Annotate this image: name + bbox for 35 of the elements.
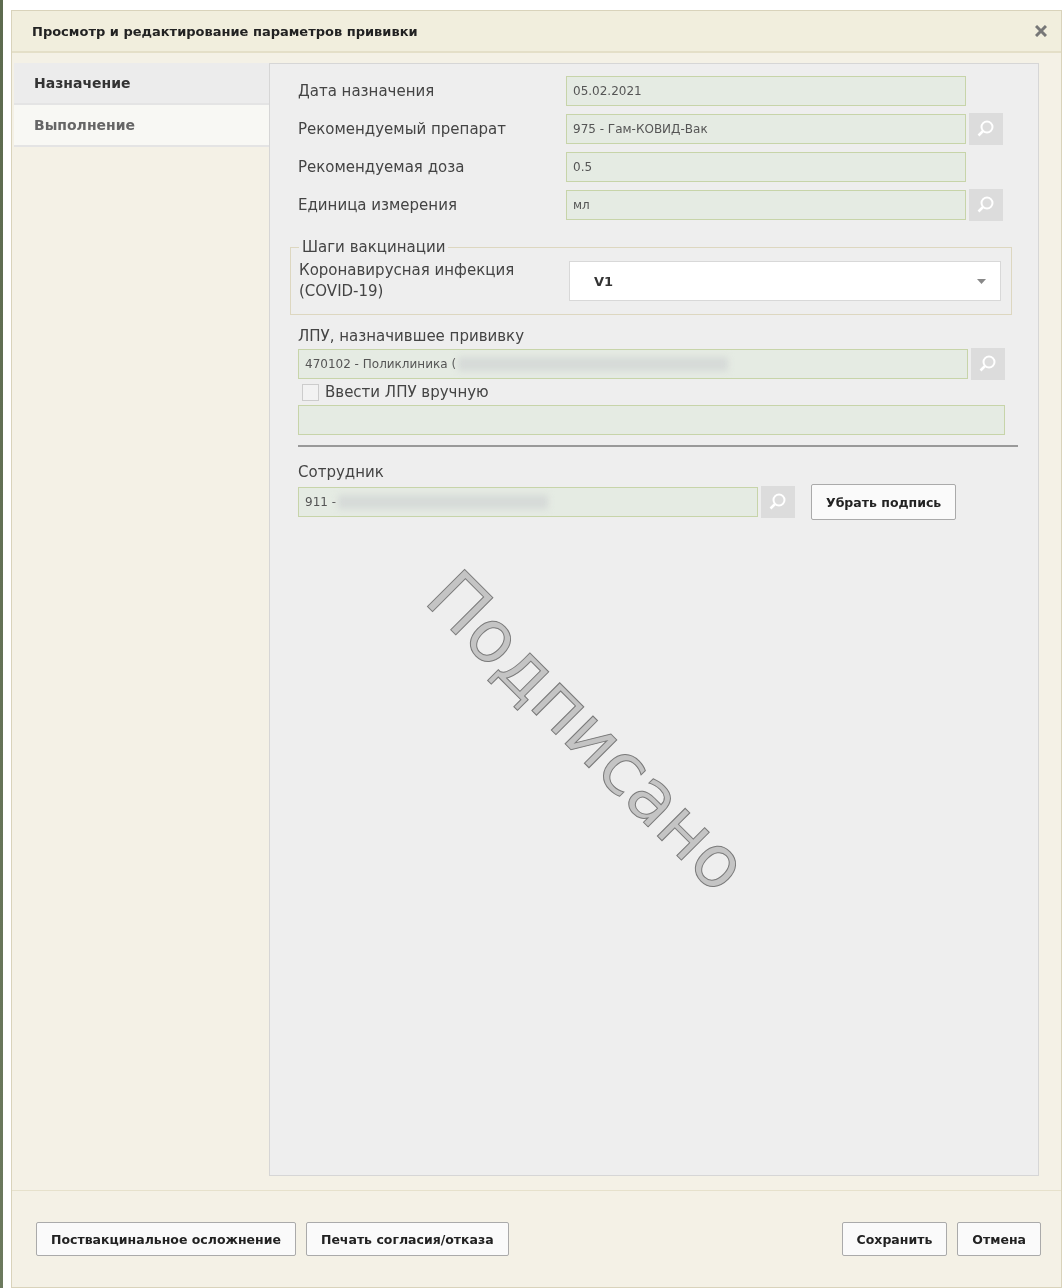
input-field[interactable]: 470102 - Поликлиника ( <box>298 349 968 379</box>
lookup-button[interactable] <box>969 189 1003 221</box>
search-icon <box>978 354 998 374</box>
field-label: Дата назначения <box>298 82 436 100</box>
input-field[interactable] <box>298 405 1005 435</box>
field-label: ЛПУ, назначившее прививку <box>298 327 526 345</box>
footer-button[interactable]: Отмена <box>957 1222 1041 1256</box>
close-icon[interactable] <box>1035 25 1047 37</box>
lookup-button[interactable] <box>969 113 1003 145</box>
lookup-button[interactable] <box>761 486 795 518</box>
caret-icon <box>977 278 986 284</box>
remove-signature-button[interactable]: Убрать подпись <box>811 484 957 520</box>
dropdown[interactable]: V1 <box>569 261 1001 301</box>
checkbox[interactable]: Ввести ЛПУ вручную <box>302 383 489 401</box>
tab[interactable]: Назначение <box>14 63 269 105</box>
field-label: Единица измерения <box>298 196 458 214</box>
footer-button[interactable]: Сохранить <box>841 1222 948 1256</box>
group-legend: Шаги вакцинации <box>299 238 449 256</box>
input-field[interactable]: 05.02.2021 <box>566 76 966 106</box>
lookup-button[interactable] <box>971 348 1005 380</box>
window-title: Просмотр и редактирование параметров прививки <box>32 23 418 39</box>
input-field[interactable]: мл <box>566 190 966 220</box>
input-field[interactable]: 975 - Гам-КОВИД-Вак <box>566 114 966 144</box>
footer-button[interactable]: Поствакцинальное осложнение <box>36 1222 296 1256</box>
field-label: Коронавирусная инфекция (COVID-19) <box>299 260 516 302</box>
search-icon <box>768 492 788 512</box>
tab[interactable]: Выполнение <box>14 105 269 147</box>
search-icon <box>976 119 996 139</box>
field-label: Рекомендуемая доза <box>298 158 466 176</box>
footer-button[interactable]: Печать согласия/отказа <box>305 1222 509 1256</box>
field-label: Сотрудник <box>298 463 385 481</box>
field-label: Рекомендуемый препарат <box>298 120 508 138</box>
search-icon <box>976 195 996 215</box>
input-field[interactable]: 0.5 <box>566 152 966 182</box>
input-field[interactable]: 911 - <box>298 487 758 517</box>
